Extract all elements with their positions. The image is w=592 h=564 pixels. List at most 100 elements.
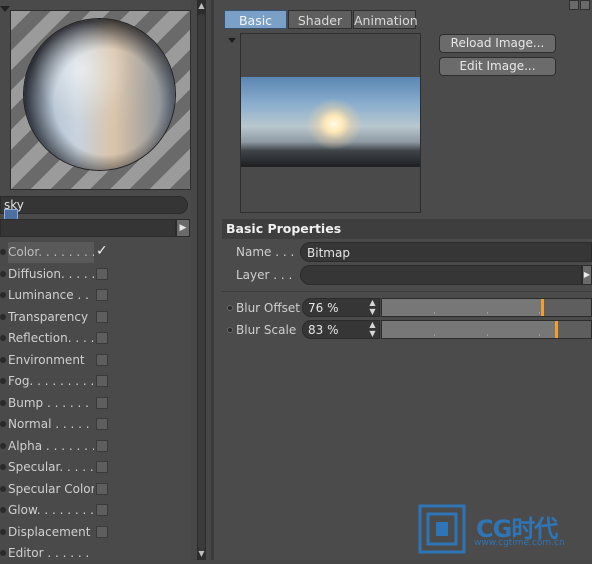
blur-scale-anim-icon[interactable] (227, 327, 233, 333)
channel-item[interactable]: Fog. . . . . . . . . (0, 371, 191, 392)
channel-bullet-icon (0, 399, 6, 406)
channel-checkbox[interactable] (96, 353, 108, 366)
channel-checkbox[interactable] (96, 525, 108, 538)
channel-label[interactable]: Diffusion. . . . . . (8, 264, 94, 285)
channel-bullet-icon (0, 550, 6, 556)
blur-offset-spinner-icon[interactable]: ▲ ▼ (368, 298, 377, 317)
panel-menu-icon[interactable] (569, 0, 579, 10)
layer-field[interactable] (300, 265, 582, 285)
channel-item[interactable]: Diffusion. . . . . . (0, 264, 191, 285)
scrollbar-thumb[interactable] (198, 14, 205, 550)
channel-bullet-icon (0, 356, 6, 363)
channel-checkbox[interactable] (96, 267, 108, 280)
channel-checkbox[interactable] (96, 289, 108, 301)
channel-bullet-icon (0, 249, 6, 255)
channel-label[interactable]: Color. . . . . . . . (8, 242, 94, 263)
channel-checkbox[interactable] (96, 332, 108, 344)
blur-scale-spinner-icon[interactable]: ▲ ▼ (368, 320, 377, 339)
channel-checkbox[interactable] (96, 310, 108, 323)
channel-item[interactable]: Transparency (0, 307, 191, 328)
channel-filter-field[interactable] (0, 219, 176, 237)
material-preview[interactable] (10, 10, 191, 190)
channel-item[interactable]: Alpha . . . . . . . (0, 436, 191, 457)
channel-item[interactable]: Bump . . . . . . . (0, 393, 191, 414)
channel-item[interactable]: Editor . . . . . . . (0, 543, 191, 564)
layer-label: Layer . . . (236, 268, 293, 282)
collapse-arrow-icon[interactable] (0, 6, 10, 12)
channel-bullet-icon (0, 270, 6, 277)
channel-item[interactable]: Glow. . . . . . . . (0, 500, 191, 521)
slider-fill (382, 299, 541, 316)
channel-item[interactable]: Reflection. . . . (0, 328, 191, 349)
material-name-field[interactable]: sky (0, 196, 188, 214)
blur-scale-slider[interactable] (381, 320, 592, 339)
channel-label[interactable]: Luminance . . . . (8, 285, 94, 306)
channel-item[interactable]: Color. . . . . . . . ✓ (0, 242, 191, 263)
channel-bullet-icon (0, 485, 6, 492)
divider (222, 291, 592, 292)
slider-tick (487, 334, 488, 336)
channel-label[interactable]: Displacement (8, 522, 94, 543)
slider-tick (487, 312, 488, 314)
slider-handle[interactable] (555, 321, 558, 338)
material-sphere (24, 19, 175, 170)
channel-label[interactable]: Editor . . . . . . . (8, 543, 94, 564)
tab-shader[interactable]: Shader (288, 10, 352, 29)
channel-checkbox-checked[interactable]: ✓ (96, 241, 110, 259)
tab-animation[interactable]: Animation (353, 10, 418, 29)
channel-item[interactable]: Luminance . . . . (0, 285, 191, 306)
channel-item[interactable]: Environment (0, 350, 191, 371)
tab-basic[interactable]: Basic (224, 10, 287, 29)
filter-arrow-icon[interactable]: ▶ (176, 219, 190, 237)
channel-checkbox[interactable] (96, 504, 108, 516)
slider-handle[interactable] (541, 299, 544, 316)
channel-bullet-icon (0, 292, 6, 298)
scroll-down-icon[interactable]: ▼ (197, 548, 206, 560)
channel-bullet-icon (0, 335, 6, 341)
channel-checkbox[interactable] (96, 396, 108, 409)
channel-item[interactable]: Displacement (0, 522, 191, 543)
channel-checkbox[interactable] (96, 418, 108, 430)
channel-label[interactable]: Specular Color (8, 479, 94, 500)
texture-collapse-icon[interactable] (228, 38, 236, 43)
blur-offset-slider[interactable] (381, 298, 592, 317)
name-field[interactable]: Bitmap (300, 242, 592, 262)
panel-close-icon[interactable] (580, 0, 590, 10)
channel-bullet-icon (0, 528, 6, 535)
channel-checkbox[interactable] (96, 461, 108, 473)
channel-label[interactable]: Transparency (8, 307, 94, 328)
brand-logo-icon (418, 504, 466, 554)
channel-label[interactable]: Bump . . . . . . . (8, 393, 94, 414)
blur-offset-label: Blur Offset (236, 301, 300, 315)
channel-checkbox[interactable] (96, 482, 108, 495)
blur-offset-anim-icon[interactable] (227, 305, 233, 311)
channel-bullet-icon (0, 421, 6, 427)
slider-tick (539, 312, 540, 314)
channel-bullet-icon (0, 464, 6, 470)
channel-checkbox[interactable] (96, 375, 108, 387)
blur-scale-label: Blur Scale (236, 323, 297, 337)
channel-item[interactable]: Specular. . . . . . (0, 457, 191, 478)
edit-image-button[interactable]: Edit Image... (439, 57, 556, 76)
brand-url: www.cgtime.com.cn (474, 538, 565, 548)
slider-tick (434, 334, 435, 336)
channel-label[interactable]: Specular. . . . . . (8, 457, 94, 478)
channel-label[interactable]: Normal . . . . . . (8, 414, 94, 435)
slider-fill (382, 321, 555, 338)
slider-tick (539, 334, 540, 336)
channel-label[interactable]: Reflection. . . . (8, 328, 94, 349)
channel-item[interactable]: Specular Color (0, 479, 191, 500)
texture-image (241, 77, 420, 167)
channel-bullet-icon (0, 442, 6, 449)
channel-item[interactable]: Normal . . . . . . (0, 414, 191, 435)
channel-label[interactable]: Alpha . . . . . . . (8, 436, 94, 457)
channel-label[interactable]: Glow. . . . . . . . (8, 500, 94, 521)
scroll-up-icon[interactable]: ▲ (197, 0, 206, 12)
reload-image-button[interactable]: Reload Image... (439, 34, 556, 53)
channel-label[interactable]: Fog. . . . . . . . . (8, 371, 94, 392)
channel-bullet-icon (0, 378, 6, 384)
slider-tick (434, 312, 435, 314)
channel-checkbox[interactable] (96, 439, 108, 452)
layer-arrow-icon[interactable]: ▶ (582, 265, 592, 285)
channel-label[interactable]: Environment (8, 350, 94, 371)
